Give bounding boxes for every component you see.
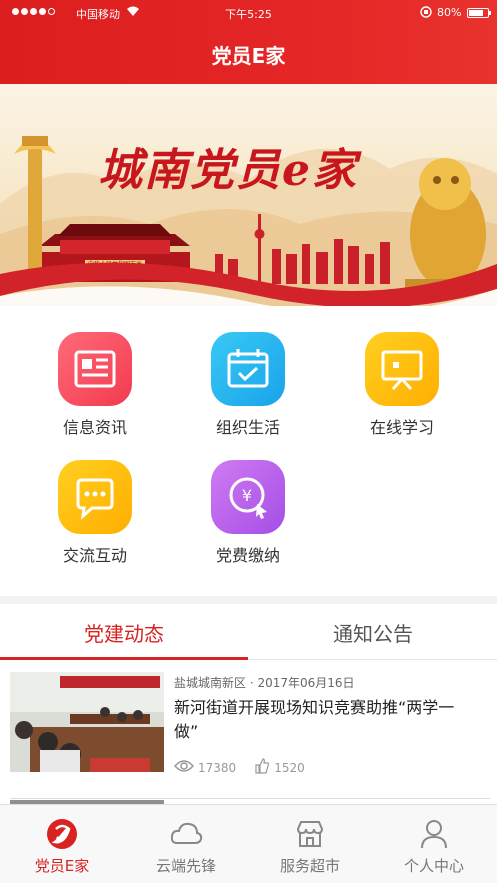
store-icon: [296, 821, 324, 847]
yuan-payment-icon: ¥: [229, 477, 267, 519]
grid-icon-online-learning: [365, 332, 439, 406]
grid-label: 组织生活: [215, 418, 280, 437]
feature-grid: 信息资讯 组织生活 在线学习 交流互动 ¥ 党费缴纳: [0, 306, 497, 596]
hero-banner[interactable]: 中华人民共和国万岁 城南党员e家: [0, 84, 497, 306]
eye-icon: [173, 759, 195, 776]
grid-item-dues-payment[interactable]: ¥ 党费缴纳: [178, 460, 318, 566]
news-divider: [10, 798, 490, 799]
grid-icon-dues-payment: ¥: [211, 460, 285, 534]
grid-item-news[interactable]: 信息资讯: [25, 332, 165, 438]
news-tabs: 党建动态 通知公告: [0, 604, 497, 660]
grid-label: 信息资讯: [62, 418, 127, 437]
party-emblem-icon: [47, 819, 77, 849]
news-stats: 17380 1520: [173, 758, 309, 777]
grid-icon-communication: [58, 460, 132, 534]
tabbar-item-home[interactable]: 党员E家: [0, 805, 124, 883]
status-bar: 中国移动 下午5:25 80%: [0, 0, 497, 26]
news-thumbnail: [10, 672, 164, 772]
tabbar-label: 服务超市: [279, 857, 340, 875]
presentation-board-icon: [381, 350, 423, 391]
grid-label: 在线学习: [369, 418, 434, 437]
news-list-item[interactable]: 盐城城南新区 · 2017年06月16日 新河街道开展现场知识竞赛助推“两学一做…: [10, 672, 490, 777]
battery-icon: [467, 8, 491, 18]
grid-item-online-learning[interactable]: 在线学习: [332, 332, 472, 438]
tabbar-label: 个人中心: [403, 857, 464, 875]
calendar-check-icon: [227, 349, 269, 388]
banner-title: 城南党员e家: [98, 145, 358, 196]
battery-percent: 80%: [437, 6, 462, 19]
view-count: 17380: [198, 760, 237, 775]
grid-label: 交流互动: [62, 546, 127, 565]
bottom-tab-bar: 党员E家 云端先锋 服务超市 个人中心: [0, 804, 497, 883]
news-headline: 新河街道开展现场知识竞赛助推“两学一做”: [174, 698, 455, 741]
like-count: 1520: [274, 760, 305, 775]
app-header: 中国移动 下午5:25 80% 党员E家: [0, 0, 497, 84]
tabbar-label: 党员E家: [34, 857, 90, 875]
tabbar-item-store[interactable]: 服务超市: [248, 805, 372, 883]
grid-item-org-life[interactable]: 组织生活: [178, 332, 318, 438]
grid-icon-org-life: [211, 332, 285, 406]
svg-text:¥: ¥: [242, 486, 252, 505]
chat-bubble-icon: [76, 478, 114, 520]
thumbs-up-icon[interactable]: [254, 758, 270, 777]
grid-icon-news: [58, 332, 132, 406]
grid-item-communication[interactable]: 交流互动: [25, 460, 165, 566]
news-meta: 盐城城南新区 · 2017年06月16日: [174, 676, 355, 690]
newspaper-icon: [74, 350, 116, 388]
tabbar-label: 云端先锋: [155, 857, 216, 875]
tabbar-item-cloud[interactable]: 云端先锋: [124, 805, 248, 883]
cloud-icon: [170, 822, 203, 844]
page-title: 党员E家: [211, 44, 286, 68]
tab-notices[interactable]: 通知公告: [249, 604, 497, 660]
tabbar-item-profile[interactable]: 个人中心: [372, 805, 496, 883]
tab-party-news[interactable]: 党建动态: [0, 604, 248, 660]
user-icon: [421, 820, 447, 849]
orientation-lock-icon: [420, 6, 432, 21]
grid-label: 党费缴纳: [215, 546, 280, 565]
news-section: 党建动态 通知公告 盐城城南新区 · 2017年06月16日 新河街道开展现场知: [0, 604, 497, 804]
